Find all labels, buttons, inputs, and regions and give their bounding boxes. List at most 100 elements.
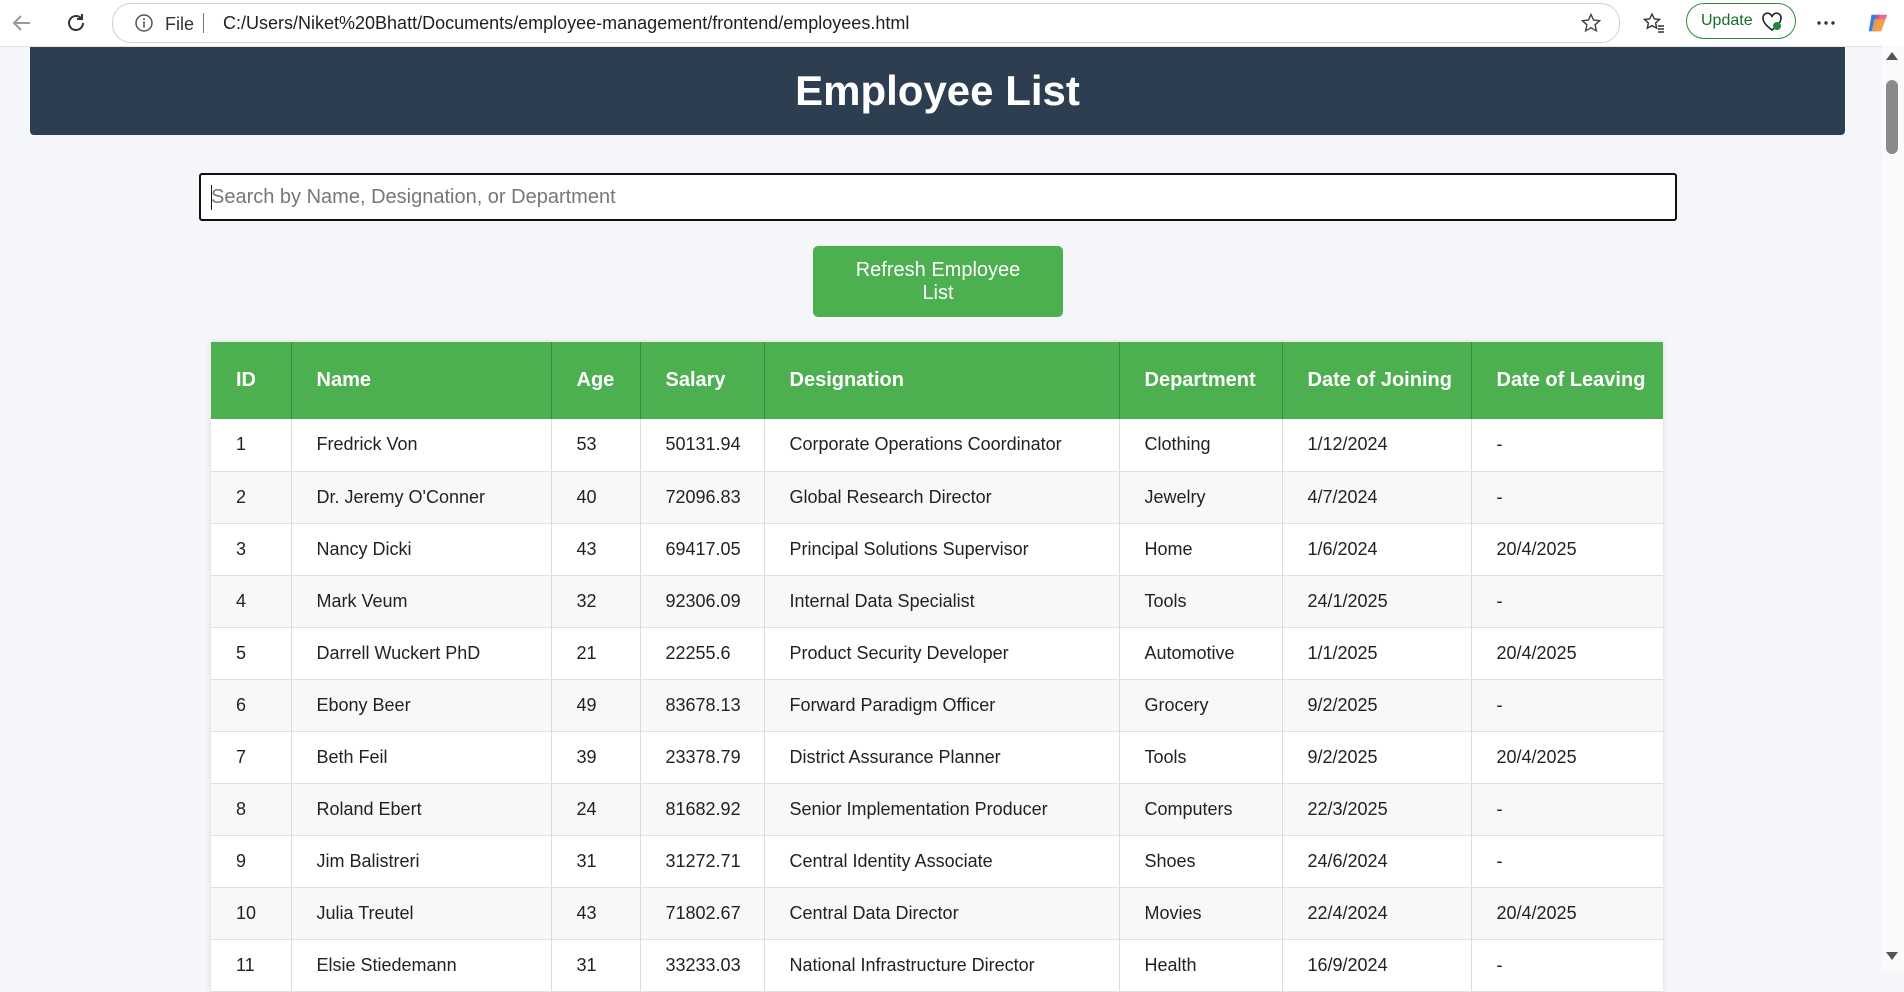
cell-age: 43 [551,887,641,940]
cell-id: 1 [211,419,292,472]
refresh-icon[interactable] [64,11,88,35]
cell-age: 31 [551,939,641,992]
cell-date-of-leaving: - [1471,939,1663,992]
column-header-date-of-leaving[interactable]: Date of Leaving [1471,342,1663,419]
favorites-icon[interactable] [1642,11,1666,35]
cell-date-of-joining: 1/12/2024 [1282,419,1472,472]
cell-department: Home [1119,523,1283,576]
page-title: Employee List [795,67,1080,114]
cell-age: 24 [551,783,641,836]
table-row: 10 Julia Treutel 43 71802.67 Central Data Di… [211,887,1663,940]
cell-date-of-joining: 9/2/2025 [1282,679,1472,732]
cell-date-of-leaving: 20/4/2025 [1471,887,1663,940]
cell-name: Darrell Wuckert PhD [291,627,552,680]
cell-salary: 69417.05 [640,523,765,576]
table-row: 9 Jim Balistreri 31 31272.71 Central Identit… [211,835,1663,888]
cell-id: 10 [211,887,292,940]
table-row: 1 Fredrick Von 53 50131.94 Corporate Operati… [211,419,1663,472]
cell-department: Shoes [1119,835,1283,888]
cell-age: 31 [551,835,641,888]
column-header-department[interactable]: Department [1119,342,1283,419]
cell-name: Nancy Dicki [291,523,552,576]
back-arrow-icon[interactable] [10,11,34,35]
scrollbar-thumb[interactable] [1886,80,1898,154]
cell-name: Ebony Beer [291,679,552,732]
cell-date-of-leaving: - [1471,471,1663,524]
cell-designation: Senior Implementation Producer [764,783,1120,836]
health-heart-icon [1761,12,1783,32]
table-row: 5 Darrell Wuckert PhD 21 22255.6 Product Sec… [211,627,1663,680]
cell-id: 11 [211,939,292,992]
cell-name: Fredrick Von [291,419,552,472]
address-separator [203,13,204,33]
cell-id: 6 [211,679,292,732]
cell-age: 53 [551,419,641,472]
cell-salary: 31272.71 [640,835,765,888]
cell-date-of-leaving: - [1471,419,1663,472]
column-header-date-of-joining[interactable]: Date of Joining [1282,342,1472,419]
employee-table: ID Name Age Salary Designation Departmen… [211,342,1663,992]
copilot-icon[interactable] [1866,11,1890,35]
cell-id: 3 [211,523,292,576]
more-options-icon[interactable] [1814,11,1838,35]
favorite-star-icon[interactable] [1580,12,1602,33]
cell-designation: Central Identity Associate [764,835,1120,888]
info-icon[interactable] [135,14,153,32]
cell-age: 39 [551,731,641,784]
search-input[interactable] [199,173,1677,221]
cell-designation: District Assurance Planner [764,731,1120,784]
column-header-age[interactable]: Age [551,342,641,419]
cell-date-of-leaving: - [1471,783,1663,836]
update-button[interactable]: Update [1686,3,1796,39]
scrollbar[interactable] [1882,46,1904,972]
cell-age: 32 [551,575,641,628]
table-row: 7 Beth Feil 39 23378.79 District Assurance P… [211,731,1663,784]
cell-id: 8 [211,783,292,836]
cell-salary: 72096.83 [640,471,765,524]
cell-date-of-joining: 4/7/2024 [1282,471,1472,524]
scroll-down-arrow-icon[interactable] [1886,952,1898,960]
page-header: Employee List [30,47,1845,135]
browser-toolbar: File C:/Users/Niket%20Bhatt/Documents/em… [0,0,1904,47]
cell-name: Elsie Stiedemann [291,939,552,992]
url-text[interactable]: C:/Users/Niket%20Bhatt/Documents/employe… [223,13,909,34]
cell-date-of-leaving: - [1471,679,1663,732]
column-header-salary[interactable]: Salary [640,342,765,419]
table-header-row: ID Name Age Salary Designation Departmen… [211,342,1663,419]
cell-date-of-leaving: - [1471,835,1663,888]
cell-date-of-joining: 9/2/2025 [1282,731,1472,784]
cell-department: Health [1119,939,1283,992]
cell-department: Tools [1119,731,1283,784]
refresh-employee-list-button[interactable]: Refresh Employee List [813,246,1063,317]
table-row: 4 Mark Veum 32 92306.09 Internal Data Specia… [211,575,1663,628]
cell-date-of-leaving: 20/4/2025 [1471,627,1663,680]
cell-designation: Product Security Developer [764,627,1120,680]
cell-name: Jim Balistreri [291,835,552,888]
column-header-name[interactable]: Name [291,342,552,419]
column-header-id[interactable]: ID [211,342,292,419]
cell-age: 49 [551,679,641,732]
cell-designation: Global Research Director [764,471,1120,524]
cell-name: Dr. Jeremy O'Conner [291,471,552,524]
cell-salary: 83678.13 [640,679,765,732]
cell-id: 4 [211,575,292,628]
cell-name: Julia Treutel [291,887,552,940]
table-row: 6 Ebony Beer 49 83678.13 Forward Paradigm Of… [211,679,1663,732]
cell-designation: Corporate Operations Coordinator [764,419,1120,472]
cell-salary: 33233.03 [640,939,765,992]
cell-salary: 71802.67 [640,887,765,940]
table-row: 3 Nancy Dicki 43 69417.05 Principal Solution… [211,523,1663,576]
cell-name: Mark Veum [291,575,552,628]
cell-department: Clothing [1119,419,1283,472]
cell-department: Computers [1119,783,1283,836]
file-label: File [165,14,195,34]
scroll-up-arrow-icon[interactable] [1886,52,1898,60]
address-bar[interactable]: File C:/Users/Niket%20Bhatt/Documents/em… [112,3,1620,43]
cell-id: 9 [211,835,292,888]
column-header-designation[interactable]: Designation [764,342,1120,419]
cell-name: Roland Ebert [291,783,552,836]
cell-designation: National Infrastructure Director [764,939,1120,992]
cell-department: Grocery [1119,679,1283,732]
cell-department: Tools [1119,575,1283,628]
update-label: Update [1701,12,1753,29]
